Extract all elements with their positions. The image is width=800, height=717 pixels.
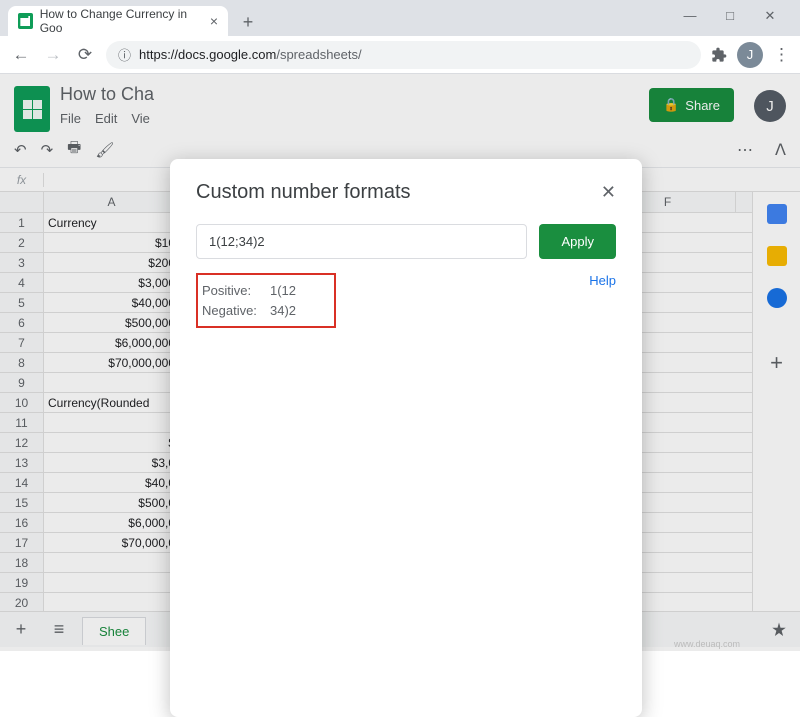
forward-button: → <box>42 45 64 65</box>
positive-value: 1(12 <box>270 281 296 301</box>
dialog-title: Custom number formats <box>196 181 411 204</box>
profile-avatar[interactable]: J <box>737 42 763 68</box>
browser-tab[interactable]: How to Change Currency in Goo × <box>8 6 228 36</box>
new-tab-button[interactable]: + <box>234 8 262 36</box>
positive-label: Positive: <box>202 281 264 301</box>
reload-button[interactable]: ⟳ <box>74 45 96 65</box>
url-host: https://docs.google.com/spreadsheets/ <box>139 47 362 62</box>
format-input[interactable] <box>196 224 527 259</box>
chrome-menu-icon[interactable]: ⋮ <box>773 45 790 65</box>
custom-number-formats-dialog: Custom number formats ✕ Apply Positive: … <box>170 159 642 717</box>
url-field[interactable]: ⓘ https://docs.google.com/spreadsheets/ <box>106 41 701 69</box>
tab-title: How to Change Currency in Goo <box>40 7 199 35</box>
watermark: www.deuaq.com <box>674 639 740 649</box>
window-controls: — □ ✕ <box>680 6 792 24</box>
negative-value: 34)2 <box>270 301 296 321</box>
close-dialog-button[interactable]: ✕ <box>601 182 616 203</box>
minimize-icon[interactable]: — <box>680 8 700 24</box>
maximize-icon[interactable]: □ <box>720 8 740 24</box>
close-window-icon[interactable]: ✕ <box>760 8 780 24</box>
address-bar: ← → ⟳ ⓘ https://docs.google.com/spreadsh… <box>0 36 800 74</box>
extensions-icon[interactable] <box>711 47 727 63</box>
sheets-favicon-icon <box>18 13 33 29</box>
back-button[interactable]: ← <box>10 45 32 65</box>
browser-chrome: How to Change Currency in Goo × + — □ ✕ … <box>0 0 800 74</box>
format-preview: Positive: 1(12 Negative: 34)2 <box>196 273 336 328</box>
negative-label: Negative: <box>202 301 264 321</box>
sheets-app: How to Cha File Edit Vie 🔒 Share J ↶ ↷ 🖶… <box>0 74 800 651</box>
close-tab-icon[interactable]: × <box>210 13 218 29</box>
tab-strip: How to Change Currency in Goo × + — □ ✕ <box>0 0 800 36</box>
site-info-icon[interactable]: ⓘ <box>118 45 131 64</box>
apply-button[interactable]: Apply <box>539 224 616 259</box>
help-link[interactable]: Help <box>589 273 616 288</box>
